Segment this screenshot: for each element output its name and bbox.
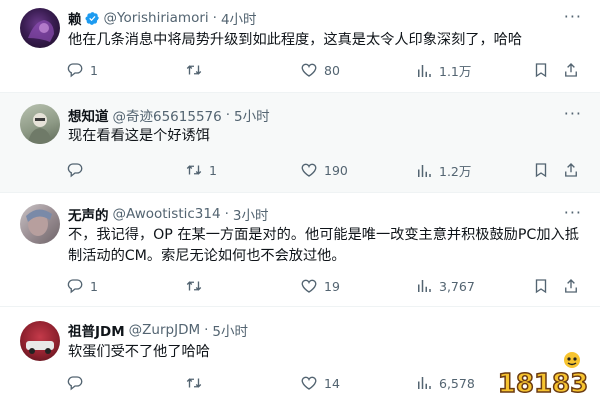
views-icon bbox=[418, 280, 431, 292]
like-button[interactable]: 80 bbox=[300, 61, 340, 79]
views-count: 3,767 bbox=[439, 278, 475, 294]
like-count: 190 bbox=[324, 162, 348, 178]
display-name[interactable]: 祖普JDM bbox=[68, 320, 125, 340]
bookmark-button[interactable] bbox=[532, 277, 550, 295]
more-icon[interactable]: ··· bbox=[564, 104, 582, 123]
tweet-header: 赖 @Yorishiriamori · 4小时 bbox=[68, 8, 257, 28]
reply-count: 1 bbox=[90, 278, 98, 294]
views-button[interactable]: 6,578 bbox=[415, 374, 475, 392]
avatar-image bbox=[26, 341, 54, 354]
tweet[interactable]: 无声的 @Awootistic314 · 3小时 ··· 不，我记得，OP 在某… bbox=[0, 193, 600, 307]
more-icon[interactable]: ··· bbox=[564, 203, 582, 222]
avatar-image bbox=[28, 20, 54, 42]
more-icon[interactable]: ··· bbox=[564, 7, 582, 26]
like-button[interactable]: 14 bbox=[300, 374, 340, 392]
share-icon bbox=[565, 163, 577, 177]
share-button[interactable] bbox=[562, 61, 580, 79]
handle[interactable]: @Awootistic314 bbox=[113, 206, 221, 222]
views-count: 1.2万 bbox=[439, 164, 472, 179]
tweet-header: 想知道 @奇迹65615576 · 5小时 bbox=[68, 105, 270, 125]
reply-button[interactable] bbox=[66, 374, 90, 392]
like-count: 19 bbox=[324, 278, 340, 294]
reply-icon bbox=[67, 163, 83, 178]
tweet-text: 他在几条消息中将局势升级到如此程度，这真是太令人印象深刻了，哈哈 bbox=[68, 32, 523, 48]
like-icon bbox=[301, 163, 317, 177]
like-count: 80 bbox=[324, 62, 340, 78]
reply-button[interactable]: 1 bbox=[66, 61, 98, 79]
separator: · bbox=[225, 107, 231, 123]
verified-icon bbox=[84, 11, 100, 26]
views-icon bbox=[418, 64, 431, 77]
like-button[interactable]: 190 bbox=[300, 161, 348, 179]
bookmark-icon bbox=[535, 163, 547, 178]
views-button[interactable]: 1.2万 bbox=[415, 161, 471, 180]
retweet-icon bbox=[186, 281, 202, 291]
reply-icon bbox=[67, 63, 83, 78]
handle[interactable]: @奇迹65615576 bbox=[113, 105, 222, 125]
display-name[interactable]: 赖 bbox=[68, 8, 82, 28]
reply-icon bbox=[67, 279, 83, 294]
like-button[interactable]: 19 bbox=[300, 277, 340, 295]
tweet-text: 不，我记得，OP 在某一方面是对的。他可能是唯一改变主意并积极鼓励PC加入抵制活… bbox=[68, 227, 579, 264]
separator: · bbox=[212, 10, 217, 26]
bookmark-button[interactable] bbox=[532, 61, 550, 79]
views-button[interactable]: 3,767 bbox=[415, 277, 475, 295]
retweet-button[interactable]: 1 bbox=[185, 161, 217, 179]
bookmark-icon bbox=[535, 279, 547, 294]
share-button[interactable] bbox=[562, 161, 580, 179]
bookmark-button[interactable] bbox=[532, 161, 550, 179]
display-name[interactable]: 想知道 bbox=[68, 105, 109, 125]
retweet-icon bbox=[186, 65, 202, 75]
action-bar: 1 80 1.1万 bbox=[60, 61, 590, 83]
avatar-image bbox=[28, 113, 52, 144]
like-count: 14 bbox=[324, 375, 340, 391]
reply-icon bbox=[67, 376, 83, 391]
retweet-icon bbox=[186, 378, 202, 388]
tweet-text: 现在看看这是个好诱饵 bbox=[68, 128, 210, 144]
retweet-count: 1 bbox=[209, 162, 217, 178]
views-icon bbox=[418, 164, 431, 177]
like-icon bbox=[301, 279, 317, 293]
views-count: 1.1万 bbox=[439, 64, 472, 79]
like-icon bbox=[301, 63, 317, 77]
share-icon bbox=[565, 63, 577, 77]
action-bar: 1 19 3,767 bbox=[60, 277, 590, 299]
tweet-header: 祖普JDM @ZurpJDM · 5小时 bbox=[68, 320, 248, 340]
like-icon bbox=[301, 376, 317, 390]
timestamp[interactable]: 5小时 bbox=[212, 320, 248, 340]
views-count: 6,578 bbox=[439, 375, 475, 391]
reply-count: 1 bbox=[90, 62, 98, 78]
retweet-button[interactable] bbox=[185, 277, 209, 295]
separator: · bbox=[204, 322, 209, 338]
display-name[interactable]: 无声的 bbox=[68, 204, 109, 224]
bookmark-icon bbox=[535, 63, 547, 78]
timestamp[interactable]: 4小时 bbox=[221, 8, 257, 28]
tweet-header: 无声的 @Awootistic314 · 3小时 bbox=[68, 204, 269, 224]
tweet[interactable]: 赖 @Yorishiriamori · 4小时 ··· 他在几条消息中将局势升级… bbox=[0, 0, 600, 93]
views-icon bbox=[418, 377, 431, 389]
reply-button[interactable] bbox=[66, 161, 90, 179]
watermark-logo: 18183 bbox=[494, 348, 592, 400]
avatar[interactable] bbox=[20, 8, 60, 48]
retweet-icon bbox=[186, 165, 202, 175]
avatar-image bbox=[26, 209, 52, 236]
retweet-button[interactable] bbox=[185, 374, 209, 392]
tweet[interactable]: 想知道 @奇迹65615576 · 5小时 ··· 现在看看这是个好诱饵 1 1… bbox=[0, 93, 600, 193]
retweet-button[interactable] bbox=[185, 61, 209, 79]
share-icon bbox=[565, 279, 577, 293]
handle[interactable]: @ZurpJDM bbox=[129, 322, 200, 338]
watermark-text: 18183 bbox=[498, 369, 588, 399]
timestamp[interactable]: 5小时 bbox=[234, 105, 270, 125]
action-bar: 1 190 1.2万 bbox=[60, 161, 590, 183]
timestamp[interactable]: 3小时 bbox=[233, 204, 269, 224]
avatar[interactable] bbox=[20, 204, 60, 244]
reply-button[interactable]: 1 bbox=[66, 277, 98, 295]
handle[interactable]: @Yorishiriamori bbox=[104, 10, 209, 26]
separator: · bbox=[224, 206, 229, 222]
views-button[interactable]: 1.1万 bbox=[415, 61, 471, 80]
avatar[interactable] bbox=[20, 104, 60, 144]
share-button[interactable] bbox=[562, 277, 580, 295]
avatar[interactable] bbox=[20, 321, 60, 361]
